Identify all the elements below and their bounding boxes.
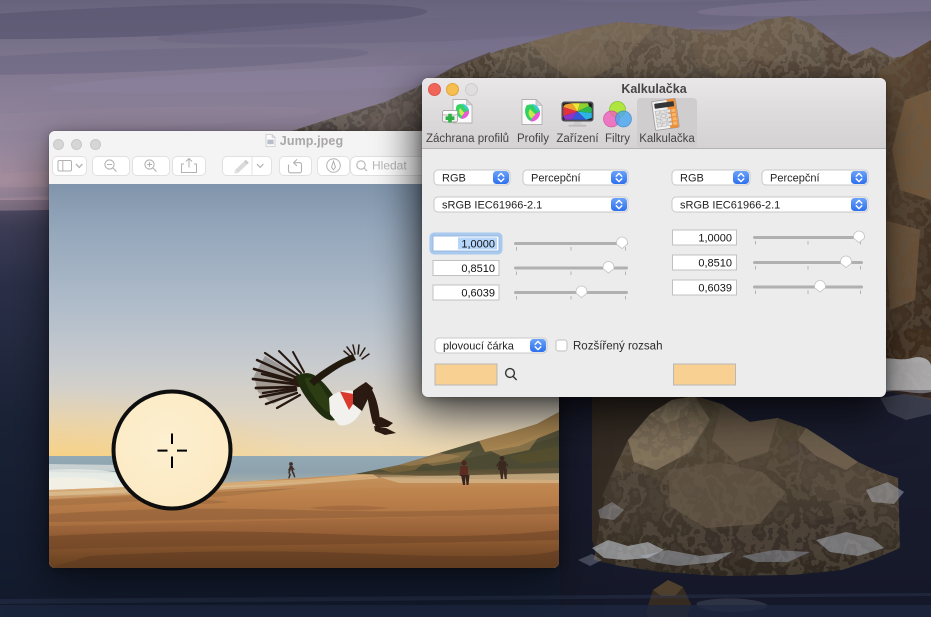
svg-text:0,8510: 0,8510: [698, 258, 732, 270]
svg-text:sRGB IEC61966-2.1: sRGB IEC61966-2.1: [442, 200, 542, 212]
svg-text:Hledat: Hledat: [372, 159, 407, 173]
svg-text:plovoucí čárka: plovoucí čárka: [443, 341, 515, 353]
svg-text:Percepční: Percepční: [770, 173, 820, 185]
svg-text:0,6039: 0,6039: [698, 283, 732, 295]
svg-text:1,0000: 1,0000: [461, 239, 495, 251]
svg-text:sRGB IEC61966-2.1: sRGB IEC61966-2.1: [680, 200, 780, 212]
svg-text:0,6039: 0,6039: [461, 288, 495, 300]
svg-text:Kalkulačka: Kalkulačka: [639, 133, 695, 145]
svg-text:Zařízení: Zařízení: [556, 133, 599, 145]
svg-text:Záchrana profilů: Záchrana profilů: [426, 133, 509, 145]
svg-text:Profily: Profily: [517, 133, 549, 145]
svg-text:Filtry: Filtry: [605, 133, 630, 145]
svg-text:Percepční: Percepční: [531, 173, 581, 185]
svg-text:1,0000: 1,0000: [698, 233, 732, 245]
svg-text:Rozšířený rozsah: Rozšířený rozsah: [573, 341, 662, 353]
svg-text:RGB: RGB: [442, 173, 466, 185]
svg-text:RGB: RGB: [680, 173, 704, 185]
svg-text:0,8510: 0,8510: [461, 263, 495, 275]
